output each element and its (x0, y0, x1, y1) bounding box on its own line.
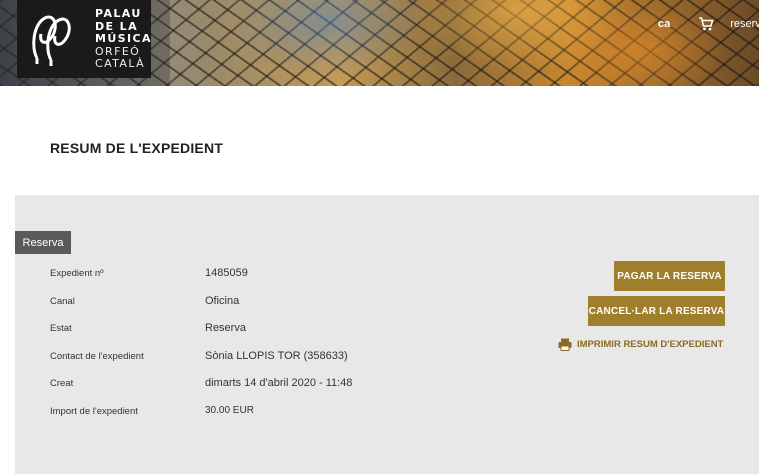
logo-line: MÚSICA (95, 32, 152, 45)
palau-logo-icon (32, 15, 71, 66)
header-actions: ca reserve (658, 16, 759, 32)
cart-icon[interactable] (698, 16, 714, 32)
print-summary-link[interactable]: IMPRIMIR RESUM D'EXPEDIENT (558, 338, 723, 351)
print-summary-label: IMPRIMIR RESUM D'EXPEDIENT (577, 339, 724, 350)
field-label-canal: Canal (50, 296, 75, 307)
booking-summary-panel: Reserva Expedient nº 1485059 Canal Ofici… (15, 195, 759, 474)
page-title: RESUM DE L'EXPEDIENT (50, 140, 224, 156)
reserve-link[interactable]: reserve (730, 18, 759, 30)
cancel-reservation-button[interactable]: CANCEL·LAR LA RESERVA (588, 296, 725, 326)
field-label-contact: Contact de l'expedient (50, 351, 144, 362)
pay-reservation-button[interactable]: PAGAR LA RESERVA (614, 261, 725, 291)
field-label-expedient: Expedient nº (50, 268, 104, 279)
language-selector[interactable]: ca (658, 18, 670, 30)
tab-reserva[interactable]: Reserva (15, 231, 71, 254)
logo-line: PALAU (95, 7, 142, 20)
site-logo[interactable]: PALAU DE LA MÚSICA ORFEÓ CATALÀ (17, 0, 151, 78)
field-label-estat: Estat (50, 323, 72, 334)
field-label-import: Import de l'expedient (50, 406, 138, 417)
field-value-expedient: 1485059 (205, 267, 248, 279)
logo-line: CATALÀ (95, 57, 146, 70)
printer-icon (558, 338, 572, 351)
field-value-contact: Sònia LLOPIS TOR (358633) (205, 350, 348, 362)
field-value-estat: Reserva (205, 322, 246, 334)
header-banner: PALAU DE LA MÚSICA ORFEÓ CATALÀ ca reser… (0, 0, 759, 86)
field-value-canal: Oficina (205, 295, 240, 307)
logo-text: PALAU DE LA MÚSICA ORFEÓ CATALÀ (95, 7, 152, 71)
field-value-creat: dimarts 14 d'abril 2020 - 11:48 (205, 377, 353, 389)
field-label-creat: Creat (50, 378, 74, 389)
field-value-import: 30.00 EUR (205, 405, 254, 416)
